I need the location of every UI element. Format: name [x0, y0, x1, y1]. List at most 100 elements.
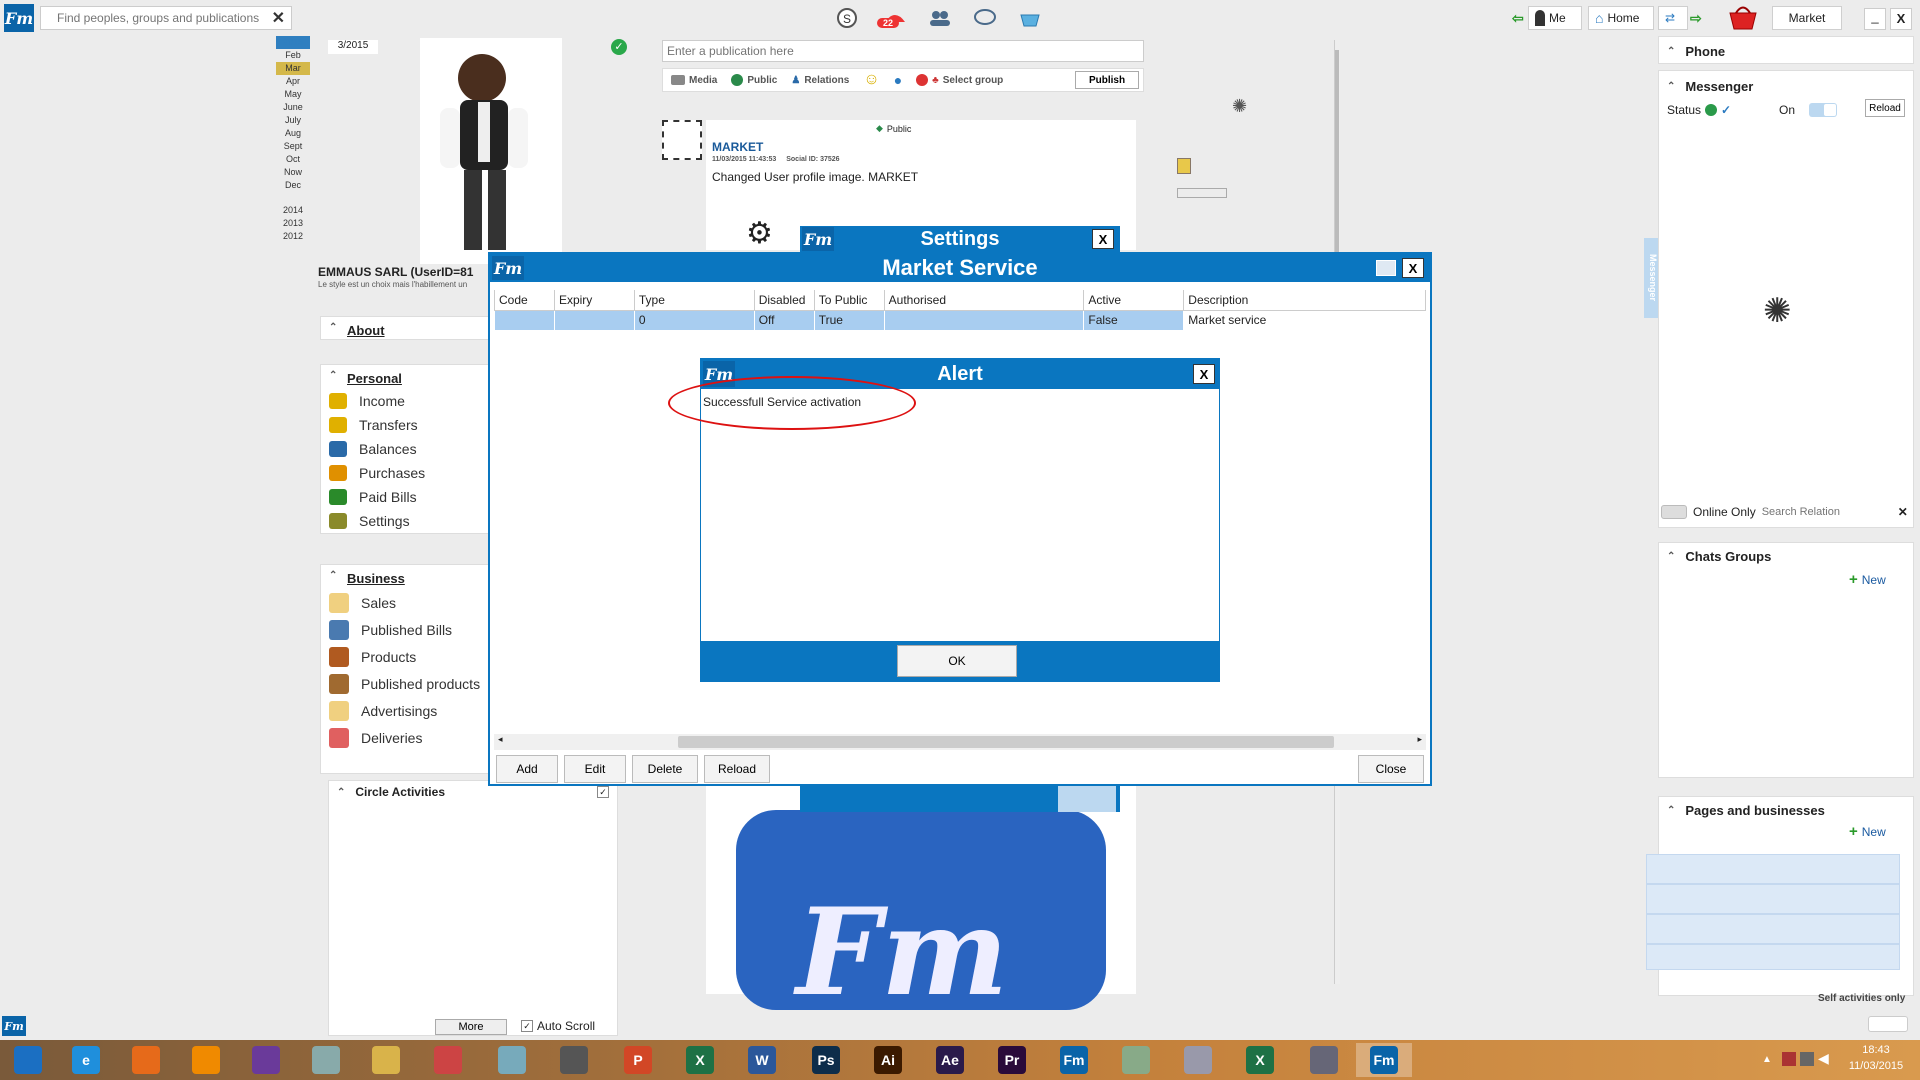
business-item-deliveries[interactable]: Deliveries [321, 724, 489, 751]
list-item[interactable] [1646, 884, 1900, 914]
sync-button[interactable]: ⇄ [1658, 6, 1688, 30]
personal-item-purchases[interactable]: Purchases [321, 461, 489, 485]
settings-title-bar[interactable]: Fm Settings X [800, 226, 1120, 252]
online-status-icon[interactable] [1705, 104, 1718, 116]
month-item[interactable]: June [276, 101, 310, 114]
month-item[interactable]: Sept [276, 140, 310, 153]
clock[interactable]: 18:43 11/03/2015 [1836, 1044, 1916, 1072]
market-button[interactable]: Market [1772, 6, 1842, 30]
taskbar-powerpoint[interactable]: P [610, 1043, 666, 1077]
taskbar-notes[interactable] [484, 1043, 540, 1077]
taskbar-visual-studio[interactable] [238, 1043, 294, 1077]
taskbar-paint[interactable] [420, 1043, 476, 1077]
taskbar-image-viewer[interactable] [1170, 1043, 1226, 1077]
business-header[interactable]: ⌃ Business [321, 565, 489, 589]
taskbar-firefox[interactable] [118, 1043, 174, 1077]
new-page-button[interactable]: + New [1849, 823, 1886, 840]
taskbar-fm-app[interactable]: Fm [1046, 1043, 1102, 1077]
taskbar-photoshop[interactable]: Ps [798, 1043, 854, 1077]
close-button[interactable]: Close [1358, 755, 1424, 783]
month-item[interactable]: Dec [276, 179, 310, 192]
horizontal-scroll-thumb[interactable] [678, 736, 1334, 748]
messenger-header[interactable]: ⌃ Messenger [1659, 71, 1913, 101]
column-header[interactable]: Disabled [753, 290, 815, 311]
new-chat-group-button[interactable]: + New [1849, 571, 1886, 588]
column-header[interactable]: Description [1183, 290, 1426, 311]
horizontal-scrollbar[interactable]: ◂ ▸ [494, 734, 1426, 750]
messenger-reload-button[interactable]: Reload [1865, 99, 1905, 117]
business-item-published-bills[interactable]: Published Bills [321, 616, 489, 643]
month-item[interactable]: Apr [276, 75, 310, 88]
publication-input[interactable] [663, 41, 1133, 61]
table-row[interactable]: 0 Off True False Market service [494, 310, 1426, 330]
month-item[interactable]: Mar [276, 62, 310, 75]
month-item[interactable]: Feb [276, 49, 310, 62]
auto-scroll-checkbox[interactable]: ✓ [521, 1020, 533, 1032]
auto-scroll-toggle[interactable]: ✓ Auto Scroll [521, 1019, 595, 1033]
settings-bottom-button[interactable] [1058, 784, 1116, 812]
scroll-right-icon[interactable]: ▸ [1417, 734, 1422, 745]
personal-item-balances[interactable]: Balances [321, 437, 489, 461]
basket-icon[interactable] [1015, 4, 1045, 32]
column-header[interactable]: Code [494, 290, 555, 311]
business-item-sales[interactable]: Sales [321, 589, 489, 616]
delete-button[interactable]: Delete [632, 755, 698, 783]
month-item[interactable]: May [276, 88, 310, 101]
author-avatar[interactable] [662, 120, 702, 160]
close-app-button[interactable]: X [1890, 8, 1912, 30]
edit-button[interactable]: Edit [564, 755, 626, 783]
action-center-icon[interactable] [1800, 1052, 1814, 1066]
add-button[interactable]: Add [496, 755, 558, 783]
column-header[interactable]: Active [1083, 290, 1185, 311]
column-header[interactable]: To Public [813, 290, 885, 311]
scroll-left-icon[interactable]: ◂ [498, 734, 503, 745]
list-item[interactable] [1646, 944, 1900, 970]
network-tray-icon[interactable] [1782, 1052, 1796, 1066]
chat-icon[interactable] [970, 4, 1000, 32]
column-header[interactable]: Authorised [883, 290, 1085, 311]
media-button[interactable]: Media [671, 75, 717, 86]
year-item[interactable]: 2013 [276, 217, 310, 230]
back-arrow-icon[interactable]: ⇦ [1512, 10, 1524, 27]
pages-header[interactable]: ⌃ Pages and businesses [1659, 797, 1913, 823]
relations-button[interactable]: ♟ Relations [791, 75, 849, 86]
emoji-icon[interactable]: ☺ [863, 71, 879, 89]
publish-button[interactable]: Publish [1075, 71, 1139, 89]
year-item[interactable]: 2014 [276, 204, 310, 217]
messenger-side-tab[interactable]: Messenger [1644, 238, 1658, 318]
app-logo[interactable]: Fm [4, 4, 34, 32]
clear-relation-search-icon[interactable]: ✕ [1898, 505, 1908, 519]
note-icon[interactable] [1177, 158, 1191, 174]
taskbar-internet-explorer[interactable]: e [58, 1043, 114, 1077]
chats-groups-header[interactable]: ⌃ Chats Groups [1659, 543, 1913, 569]
clear-search-icon[interactable]: ✕ [272, 8, 285, 28]
tray-arrow-icon[interactable]: ▲ [1762, 1054, 1772, 1065]
list-item[interactable] [1646, 914, 1900, 944]
settings-close-button[interactable]: X [1092, 229, 1114, 249]
year-item[interactable]: 2012 [276, 230, 310, 243]
month-item[interactable]: Now [276, 166, 310, 179]
home-button[interactable]: ⌂ Home [1588, 6, 1654, 30]
month-item[interactable]: Aug [276, 127, 310, 140]
personal-item-income[interactable]: Income [321, 389, 489, 413]
profile-image[interactable] [420, 38, 562, 264]
self-activities-toggle[interactable] [1868, 1016, 1908, 1032]
taskbar-file-explorer[interactable] [358, 1043, 414, 1077]
post-author[interactable]: MARKET [712, 140, 763, 154]
business-item-advertisings[interactable]: Advertisings [321, 697, 489, 724]
me-button[interactable]: Me [1528, 6, 1582, 30]
business-item-published-products[interactable]: Published products [321, 670, 489, 697]
minimize-button[interactable]: _ [1864, 8, 1886, 30]
taskbar-excel[interactable]: X [672, 1043, 728, 1077]
alert-close-button[interactable]: X [1193, 364, 1215, 384]
taskbar-after-effects[interactable]: Ae [922, 1043, 978, 1077]
taskbar-vlc[interactable] [178, 1043, 234, 1077]
taskbar-illustrator[interactable]: Ai [860, 1043, 916, 1077]
search-relation-input[interactable] [1761, 503, 1892, 521]
personal-header[interactable]: ⌃ Personal [321, 365, 489, 389]
circle-activities-checkbox[interactable]: ✓ [597, 786, 609, 798]
online-only-toggle[interactable] [1661, 505, 1687, 519]
taskbar-camera[interactable] [546, 1043, 602, 1077]
microphone-icon[interactable]: ● [894, 72, 902, 88]
status-toggle[interactable] [1809, 103, 1837, 117]
